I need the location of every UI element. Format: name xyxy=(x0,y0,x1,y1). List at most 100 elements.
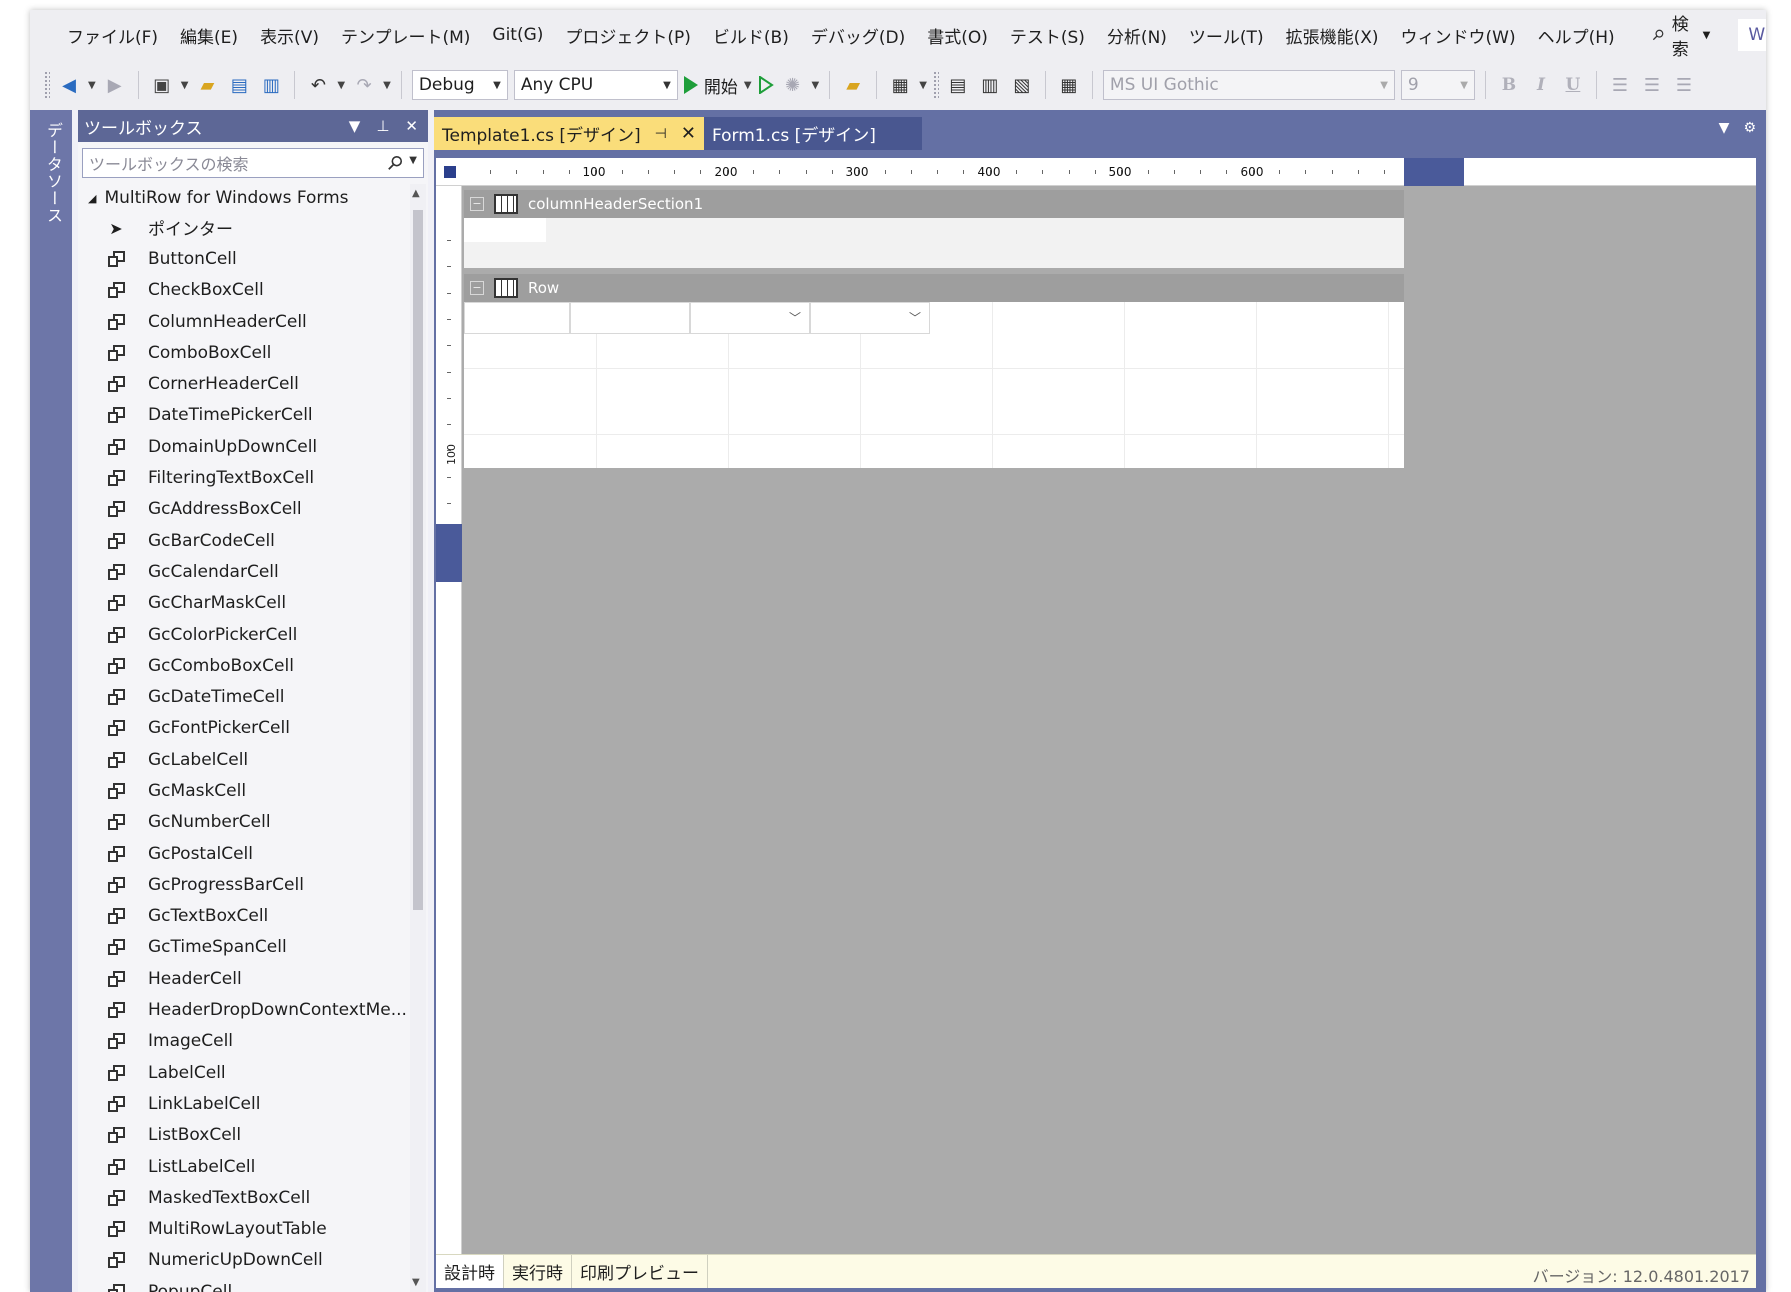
row-cell-2[interactable] xyxy=(570,302,690,334)
solution-platform-select[interactable]: Any CPU ▼ xyxy=(513,70,678,100)
navigate-back-icon[interactable]: ◀ xyxy=(56,72,82,98)
chevron-down-icon[interactable]: ﹀ xyxy=(909,309,921,326)
menu-extensions[interactable]: 拡張機能(X) xyxy=(1275,23,1390,48)
menu-view[interactable]: 表示(V) xyxy=(249,23,330,48)
collapse-icon[interactable]: − xyxy=(470,197,484,211)
template-designer-surface[interactable]: 100 200 300 400 500 600 100 − columnHead… xyxy=(436,158,1756,1258)
font-name-select[interactable]: MS UI Gothic ▼ xyxy=(1102,70,1395,100)
row-cell-1[interactable] xyxy=(464,302,570,334)
align-center-icon[interactable]: ☰ xyxy=(1639,72,1665,98)
toolbox-item[interactable]: GcProgressBarCell xyxy=(78,869,408,900)
scroll-up-icon[interactable]: ▲ xyxy=(412,188,420,199)
toolbox-item[interactable]: CornerHeaderCell xyxy=(78,368,408,399)
toolbox-item[interactable]: LinkLabelCell xyxy=(78,1088,408,1119)
italic-button[interactable]: I xyxy=(1528,75,1554,95)
navigate-forward-icon[interactable]: ▶ xyxy=(102,72,128,98)
menu-file[interactable]: ファイル(F) xyxy=(56,23,169,48)
toolbox-item[interactable]: GcCharMaskCell xyxy=(78,588,408,619)
toolbox-search-input[interactable]: ツールボックスの検索 ▼ xyxy=(82,148,424,178)
new-project-icon[interactable]: ▣ xyxy=(149,72,175,98)
underline-button[interactable]: U xyxy=(1560,75,1586,95)
close-icon[interactable]: ✕ xyxy=(681,123,696,144)
toolbox-item[interactable]: HeaderCell xyxy=(78,963,408,994)
toolbox-item[interactable]: PopupCell xyxy=(78,1276,408,1292)
toolbar-grip[interactable] xyxy=(932,71,939,99)
toolbox-item[interactable]: ButtonCell xyxy=(78,243,408,274)
chevron-down-icon[interactable]: ▼ xyxy=(88,80,96,91)
layout-icon[interactable]: ▦ xyxy=(887,72,913,98)
toolbox-item[interactable]: GcLabelCell xyxy=(78,744,408,775)
grid-layout-icon[interactable]: ▦ xyxy=(1056,72,1082,98)
align-right-icon[interactable]: ☰ xyxy=(1671,72,1697,98)
row-section-header[interactable]: − Row xyxy=(464,274,1404,302)
toolbox-item[interactable]: DateTimePickerCell xyxy=(78,400,408,431)
toolbox-item[interactable]: GcCalendarCell xyxy=(78,556,408,587)
row-section-body[interactable]: ﹀ ﹀ xyxy=(464,302,1404,468)
toolbox-item[interactable]: GcMaskCell xyxy=(78,775,408,806)
scrollbar-thumb[interactable] xyxy=(413,210,423,910)
menu-git[interactable]: Git(G) xyxy=(481,25,554,45)
window-title-tab[interactable]: Wi xyxy=(1738,19,1766,51)
pin-icon[interactable]: ⊥ xyxy=(376,117,389,135)
column-header-section-header[interactable]: − columnHeaderSection1 xyxy=(464,190,1404,218)
toolbox-item[interactable]: DomainUpDownCell xyxy=(78,431,408,462)
chevron-down-icon[interactable]: ▼ xyxy=(1719,120,1730,136)
toolbox-item-pointer[interactable]: ➤ ポインター xyxy=(78,212,408,243)
toolbox-item[interactable]: CheckBoxCell xyxy=(78,275,408,306)
menu-format[interactable]: 書式(O) xyxy=(916,23,999,48)
tab-form1-design[interactable]: Form1.cs [デザイン] xyxy=(703,117,922,150)
toolbox-item[interactable]: GcNumberCell xyxy=(78,807,408,838)
hot-reload-icon[interactable]: ✺ xyxy=(780,72,806,98)
chevron-down-icon[interactable]: ▼ xyxy=(181,80,189,91)
start-debugging-button[interactable]: 開始 ▼ xyxy=(683,73,752,98)
row-combobox-cell-2[interactable]: ﹀ xyxy=(810,302,930,334)
menu-test[interactable]: テスト(S) xyxy=(999,23,1096,48)
align-left-icon[interactable]: ☰ xyxy=(1607,72,1633,98)
chevron-down-icon[interactable]: ▼ xyxy=(919,80,927,91)
toolbox-item[interactable]: GcFontPickerCell xyxy=(78,713,408,744)
check-layout-icon[interactable]: ▧ xyxy=(1009,72,1035,98)
tab-run-time[interactable]: 実行時 xyxy=(504,1255,572,1288)
toolbox-group-multirow[interactable]: ◢ MultiRow for Windows Forms xyxy=(78,184,408,212)
toolbox-item[interactable]: ImageCell xyxy=(78,1026,408,1057)
gear-icon[interactable]: ⚙ xyxy=(1743,120,1756,136)
tab-design-time[interactable]: 設計時 xyxy=(436,1255,504,1288)
pin-icon[interactable]: ⊣ xyxy=(655,126,667,142)
ruler-height-marker[interactable] xyxy=(436,524,462,582)
toolbox-item[interactable]: GcComboBoxCell xyxy=(78,650,408,681)
toolbox-item[interactable]: NumericUpDownCell xyxy=(78,1245,408,1276)
solution-configuration-select[interactable]: Debug ▼ xyxy=(411,70,508,100)
menu-build[interactable]: ビルド(B) xyxy=(702,23,800,48)
toolbox-item[interactable]: GcDateTimeCell xyxy=(78,681,408,712)
toolbox-item[interactable]: GcTextBoxCell xyxy=(78,901,408,932)
search-icon[interactable] xyxy=(387,155,403,171)
toolbox-item[interactable]: MultiRowLayoutTable xyxy=(78,1214,408,1245)
toolbox-item[interactable]: GcPostalCell xyxy=(78,838,408,869)
toolbox-item[interactable]: GcBarCodeCell xyxy=(78,525,408,556)
global-search-button[interactable]: 検索 ▼ xyxy=(1642,10,1721,60)
toolbox-item[interactable]: ColumnHeaderCell xyxy=(78,306,408,337)
toolbox-item[interactable]: MaskedTextBoxCell xyxy=(78,1182,408,1213)
header-cell[interactable] xyxy=(464,218,546,242)
ruler-width-marker[interactable] xyxy=(1404,158,1464,186)
menu-debug[interactable]: デバッグ(D) xyxy=(800,23,916,48)
toolbox-item[interactable]: FilteringTextBoxCell xyxy=(78,462,408,493)
start-without-debugging-icon[interactable] xyxy=(758,76,774,94)
chevron-down-icon[interactable]: ▼ xyxy=(812,80,820,91)
print-layout-icon[interactable]: ▥ xyxy=(977,72,1003,98)
tab-template1-design[interactable]: Template1.cs [デザイン] ⊣ ✕ xyxy=(434,117,704,150)
chevron-down-icon[interactable]: ﹀ xyxy=(789,309,801,326)
toolbox-item[interactable]: HeaderDropDownContextMe... xyxy=(78,994,408,1025)
template-designer-icon[interactable]: ▤ xyxy=(945,72,971,98)
menu-analyze[interactable]: 分析(N) xyxy=(1096,23,1178,48)
menu-edit[interactable]: 編集(E) xyxy=(169,23,249,48)
collapse-icon[interactable]: − xyxy=(470,281,484,295)
undo-icon[interactable]: ↶ xyxy=(305,72,331,98)
chevron-down-icon[interactable]: ▼ xyxy=(349,117,361,135)
toolbox-item[interactable]: GcColorPickerCell xyxy=(78,619,408,650)
menu-help[interactable]: ヘルプ(H) xyxy=(1527,23,1626,48)
toolbox-item[interactable]: ListLabelCell xyxy=(78,1151,408,1182)
toolbox-item[interactable]: GcTimeSpanCell xyxy=(78,932,408,963)
toolbox-item[interactable]: ListBoxCell xyxy=(78,1120,408,1151)
expand-triangle-icon[interactable]: ◢ xyxy=(88,192,96,205)
